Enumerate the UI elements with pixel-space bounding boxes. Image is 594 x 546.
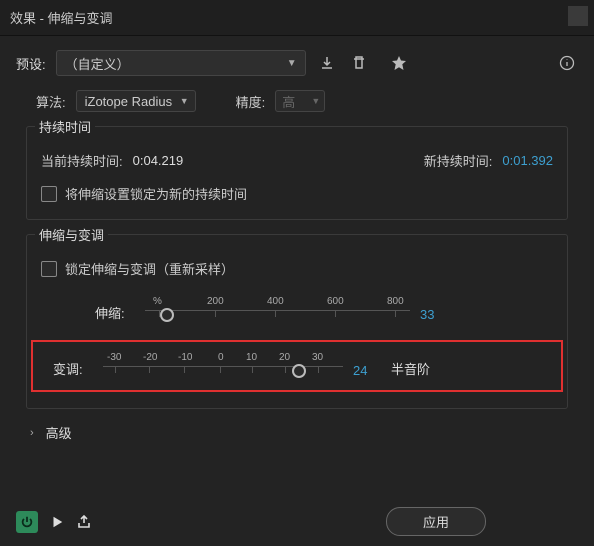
stretch-label: 伸缩: <box>95 303 135 326</box>
power-button[interactable] <box>16 511 38 533</box>
algorithm-value: iZotope Radius <box>85 94 172 109</box>
info-icon[interactable] <box>556 52 578 74</box>
current-duration-label: 当前持续时间: <box>41 151 123 170</box>
new-duration-value[interactable]: 0:01.392 <box>502 153 553 168</box>
play-button[interactable] <box>50 515 64 529</box>
tick: 30 <box>312 352 323 363</box>
current-duration-value: 0:04.219 <box>133 153 184 168</box>
duration-legend: 持续时间 <box>35 117 95 136</box>
preset-label: 预设: <box>16 54 46 73</box>
pitch-value[interactable]: 24 <box>353 363 381 382</box>
lock-stretch-pitch-checkbox[interactable] <box>41 261 57 277</box>
tick: -30 <box>107 352 121 363</box>
chevron-right-icon: › <box>30 427 34 439</box>
chevron-down-icon: ▼ <box>311 96 320 106</box>
tick: 0 <box>218 352 224 363</box>
window-title: 效果 - 伸缩与变调 <box>10 8 113 27</box>
lock-duration-label: 将伸缩设置锁定为新的持续时间 <box>65 184 247 203</box>
chevron-down-icon: ▼ <box>180 96 189 106</box>
tick: 10 <box>246 352 257 363</box>
stretch-slider[interactable]: % 200 400 600 800 <box>145 296 410 326</box>
chevron-down-icon: ▼ <box>287 58 297 69</box>
precision-label: 精度: <box>236 92 266 111</box>
preset-value: （自定义） <box>65 54 130 73</box>
tick: 600 <box>327 296 344 307</box>
pitch-highlight: 变调: -30 -20 -10 0 10 20 30 <box>31 340 563 392</box>
pitch-slider-thumb[interactable] <box>292 364 306 378</box>
new-duration-label: 新持续时间: <box>424 151 493 170</box>
apply-label: 应用 <box>423 515 449 530</box>
stretch-value[interactable]: 33 <box>420 307 448 326</box>
lock-stretch-pitch-label: 锁定伸缩与变调（重新采样） <box>65 259 234 278</box>
stretch-slider-thumb[interactable] <box>160 308 174 322</box>
tick: -10 <box>178 352 192 363</box>
advanced-toggle[interactable]: › 高级 <box>16 423 578 452</box>
download-icon[interactable] <box>316 52 338 74</box>
tick: -20 <box>143 352 157 363</box>
close-button[interactable] <box>568 6 588 26</box>
precision-value: 高 <box>282 92 295 111</box>
lock-duration-checkbox[interactable] <box>41 186 57 202</box>
algorithm-label: 算法: <box>36 92 66 111</box>
star-icon[interactable] <box>388 52 410 74</box>
advanced-label: 高级 <box>46 423 72 442</box>
tick: 400 <box>267 296 284 307</box>
trash-icon[interactable] <box>348 52 370 74</box>
duration-group: 持续时间 当前持续时间: 0:04.219 新持续时间: 0:01.392 将伸… <box>26 126 568 220</box>
tick: 200 <box>207 296 224 307</box>
export-button[interactable] <box>76 514 92 530</box>
pitch-unit: 半音阶 <box>391 359 430 382</box>
stretch-pitch-legend: 伸缩与变调 <box>35 225 108 244</box>
stretch-unit: % <box>153 296 162 307</box>
tick: 20 <box>279 352 290 363</box>
precision-select[interactable]: 高 ▼ <box>275 90 325 112</box>
preset-select[interactable]: （自定义） ▼ <box>56 50 306 76</box>
algorithm-select[interactable]: iZotope Radius ▼ <box>76 90 196 112</box>
apply-button[interactable]: 应用 <box>386 507 486 536</box>
pitch-slider[interactable]: -30 -20 -10 0 10 20 30 <box>103 352 343 382</box>
tick: 800 <box>387 296 404 307</box>
stretch-pitch-group: 伸缩与变调 锁定伸缩与变调（重新采样） 伸缩: % 200 400 600 80… <box>26 234 568 409</box>
pitch-label: 变调: <box>53 359 93 382</box>
